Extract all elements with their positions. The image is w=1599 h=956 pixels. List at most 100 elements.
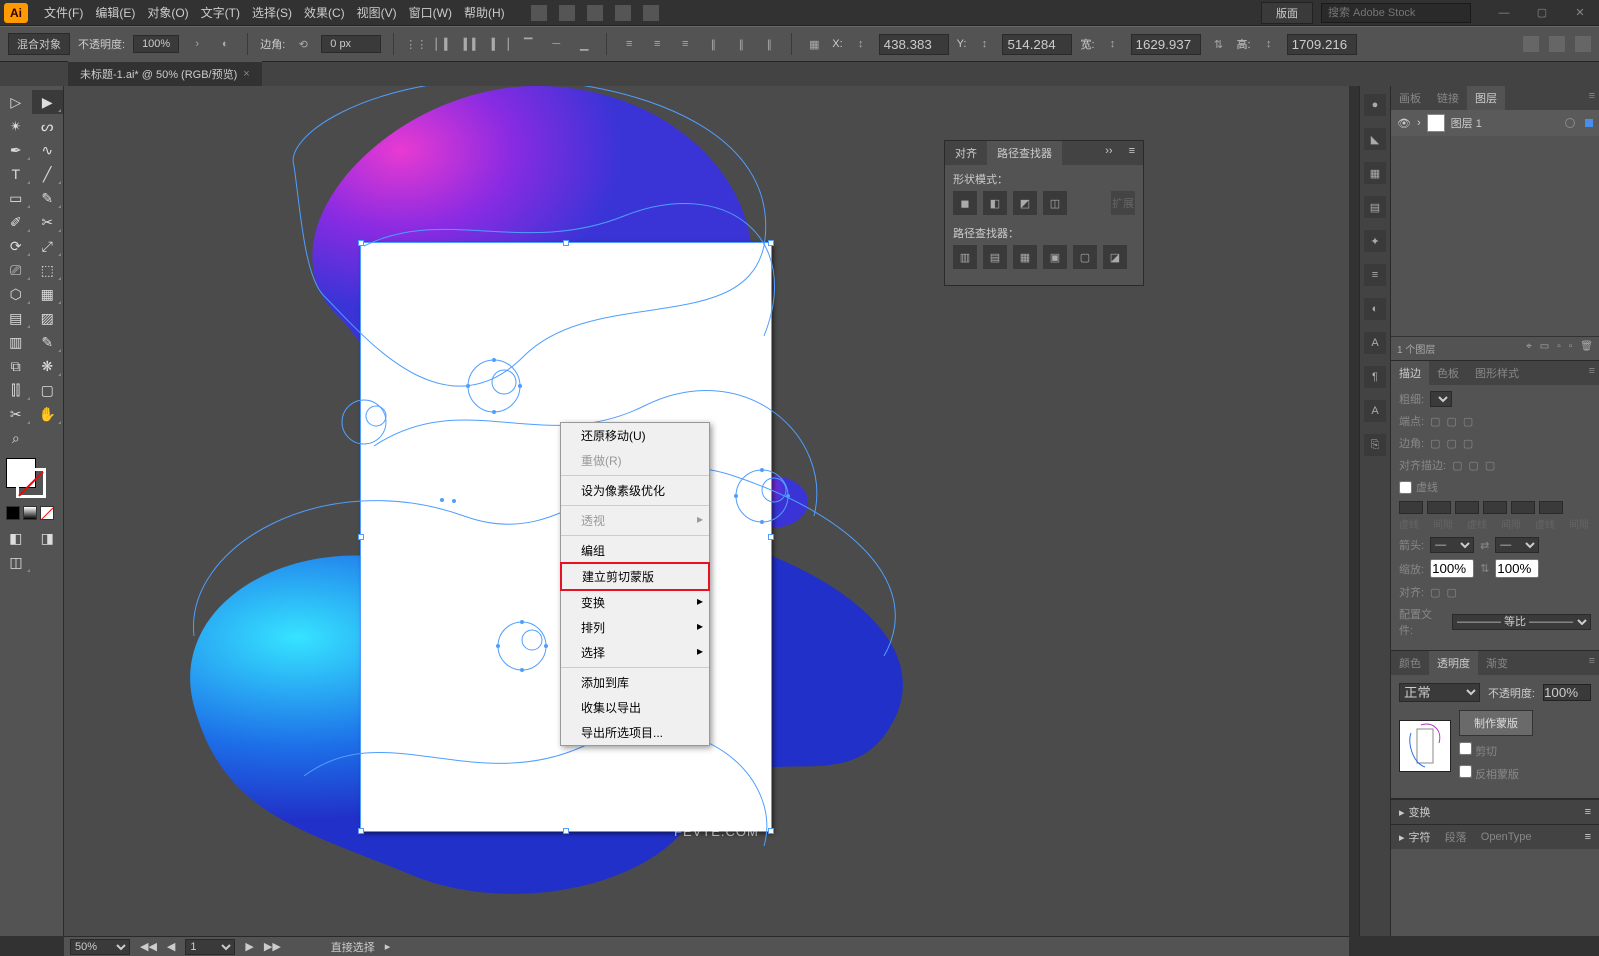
layer-row[interactable]: 👁 › 图层 1 — [1391, 110, 1599, 136]
draw-normal-icon[interactable]: ◧ — [0, 526, 32, 550]
symbols-panel-icon[interactable]: ✦ — [1364, 230, 1386, 252]
screen-mode-icon[interactable]: ◫ — [0, 550, 32, 574]
tab-gradient[interactable]: 渐变 — [1478, 651, 1516, 675]
symbol-sprayer-tool[interactable]: ❋ — [32, 354, 64, 378]
cap-butt-icon[interactable]: ▢ — [1430, 415, 1440, 428]
weight-select[interactable] — [1430, 391, 1452, 407]
trim-icon[interactable]: ▤ — [983, 245, 1007, 269]
character-accordion[interactable]: ▸字符 段落 OpenType≡ — [1391, 824, 1599, 849]
minimize-button[interactable]: — — [1489, 6, 1519, 20]
artboard-tool[interactable]: ▢ — [32, 378, 64, 402]
bridge-icon[interactable] — [531, 5, 547, 21]
delete-layer-icon[interactable]: 🗑 — [1580, 341, 1593, 356]
dist-vcenter-icon[interactable]: ≡ — [647, 34, 667, 54]
slice-tool[interactable]: ✂ — [0, 402, 32, 426]
h-value[interactable] — [1287, 34, 1357, 55]
none-mode-icon[interactable] — [40, 506, 54, 520]
crop-icon[interactable]: ▣ — [1043, 245, 1067, 269]
blend-tool[interactable]: ⧉ — [0, 354, 32, 378]
stroke-color[interactable] — [16, 468, 46, 498]
panel-menu-icon[interactable] — [1575, 36, 1591, 52]
clip-checkbox[interactable] — [1459, 742, 1472, 755]
appearance-panel-icon[interactable]: ◐ — [1364, 298, 1386, 320]
ctx-select[interactable]: 选择▸ — [561, 640, 709, 665]
direct-selection-tool[interactable]: ▶ — [32, 90, 64, 114]
transform-accordion[interactable]: ▸变换≡ — [1391, 799, 1599, 824]
dash-1[interactable] — [1399, 501, 1423, 514]
arrow-scale-end[interactable] — [1495, 559, 1539, 578]
selection-tool[interactable]: ▷ — [0, 90, 32, 114]
eyedropper-tool[interactable]: ✎ — [32, 330, 64, 354]
link-corners-icon[interactable]: ⟲ — [293, 34, 313, 54]
tab-pathfinder[interactable]: 路径查找器 — [987, 141, 1062, 165]
x-value[interactable] — [879, 34, 949, 55]
visibility-icon[interactable]: 👁 — [1397, 117, 1411, 130]
paintbrush-tool[interactable]: ✎ — [32, 186, 64, 210]
selection-type[interactable]: 混合对象 — [8, 33, 70, 55]
panel-menu-icon[interactable]: ≡ — [1121, 141, 1143, 165]
w-value[interactable] — [1131, 34, 1201, 55]
draw-behind-icon[interactable]: ◨ — [32, 526, 64, 550]
libraries-icon[interactable]: ⎘ — [1364, 434, 1386, 456]
align-top-icon[interactable]: ▔ — [518, 34, 538, 54]
type-tool[interactable]: T — [0, 162, 32, 186]
transform-icon[interactable]: ▦ — [804, 34, 824, 54]
align-arrow-tip-icon[interactable]: ▢ — [1430, 586, 1440, 599]
menu-type[interactable]: 文字(T) — [195, 4, 246, 21]
merge-icon[interactable]: ▦ — [1013, 245, 1037, 269]
opacity-value[interactable]: 100% — [133, 35, 179, 53]
outline-icon[interactable]: ▢ — [1073, 245, 1097, 269]
h-link-icon[interactable]: ↕ — [1259, 34, 1279, 54]
menu-window[interactable]: 窗口(W) — [403, 4, 458, 21]
status-chevron-icon[interactable]: ▸ — [385, 940, 391, 953]
menu-effect[interactable]: 效果(C) — [298, 4, 351, 21]
recolor-icon[interactable]: ◐ — [215, 34, 235, 54]
tab-stroke[interactable]: 描边 — [1391, 361, 1429, 385]
target-icon[interactable] — [1565, 118, 1575, 128]
mask-thumbnail[interactable] — [1399, 720, 1451, 772]
corner-value[interactable]: 0 px — [321, 35, 381, 53]
tab-artboards[interactable]: 画板 — [1391, 86, 1429, 110]
dist-left-icon[interactable]: ∥ — [703, 34, 723, 54]
tab-links[interactable]: 链接 — [1429, 86, 1467, 110]
pen-tool[interactable]: ✒ — [0, 138, 32, 162]
menu-view[interactable]: 视图(V) — [351, 4, 403, 21]
artboard-next1-icon[interactable]: ▶ — [245, 940, 253, 953]
gap-2[interactable] — [1483, 501, 1507, 514]
column-graph-tool[interactable]: ⫿⫿ — [0, 378, 32, 402]
artboard-prev-icon[interactable]: ◀◀ — [140, 940, 157, 953]
artboard-next-icon[interactable]: ▶▶ — [264, 940, 281, 953]
workspace-switcher[interactable]: 版面 — [1261, 2, 1313, 24]
divide-icon[interactable]: ▥ — [953, 245, 977, 269]
profile-select[interactable]: ———— 等比 ———— — [1452, 614, 1591, 630]
live-paint-tool[interactable]: ▦ — [32, 282, 64, 306]
close-button[interactable]: ✕ — [1565, 6, 1595, 20]
dist-bottom-icon[interactable]: ≡ — [675, 34, 695, 54]
ctx-arrange[interactable]: 排列▸ — [561, 615, 709, 640]
menu-edit[interactable]: 编辑(E) — [89, 4, 141, 21]
search-stock-input[interactable] — [1321, 3, 1471, 23]
ctx-make-clipping-mask[interactable]: 建立剪切蒙版 — [560, 562, 710, 591]
tab-swatches[interactable]: 色板 — [1429, 361, 1467, 385]
rectangle-tool[interactable]: ▭ — [0, 186, 32, 210]
new-layer-icon[interactable]: ▫ — [1569, 341, 1573, 356]
make-mask-button[interactable]: 制作蒙版 — [1459, 710, 1533, 736]
menu-object[interactable]: 对象(O) — [141, 4, 194, 21]
artboard-prev1-icon[interactable]: ◀ — [167, 940, 175, 953]
layer-name[interactable]: 图层 1 — [1451, 115, 1482, 131]
magic-wand-tool[interactable]: ✴ — [0, 114, 32, 138]
gradient-mode-icon[interactable] — [23, 506, 37, 520]
ctx-undo[interactable]: 还原移动(U) — [561, 423, 709, 448]
gap-1[interactable] — [1427, 501, 1451, 514]
tab-align[interactable]: 对齐 — [945, 141, 987, 165]
tab-layers[interactable]: 图层 — [1467, 86, 1505, 110]
perspective-tool[interactable]: ▤ — [0, 306, 32, 330]
align-left-icon[interactable]: ▏▍ — [434, 34, 454, 54]
mesh-tool[interactable]: ▨ — [32, 306, 64, 330]
dash-3[interactable] — [1511, 501, 1535, 514]
zoom-tool[interactable]: ⌕ — [0, 426, 32, 450]
arrow-end[interactable]: — — [1495, 537, 1539, 553]
dist-top-icon[interactable]: ≡ — [619, 34, 639, 54]
gradient-tool[interactable]: ▥ — [0, 330, 32, 354]
locate-icon[interactable]: ⌖ — [1526, 341, 1532, 356]
